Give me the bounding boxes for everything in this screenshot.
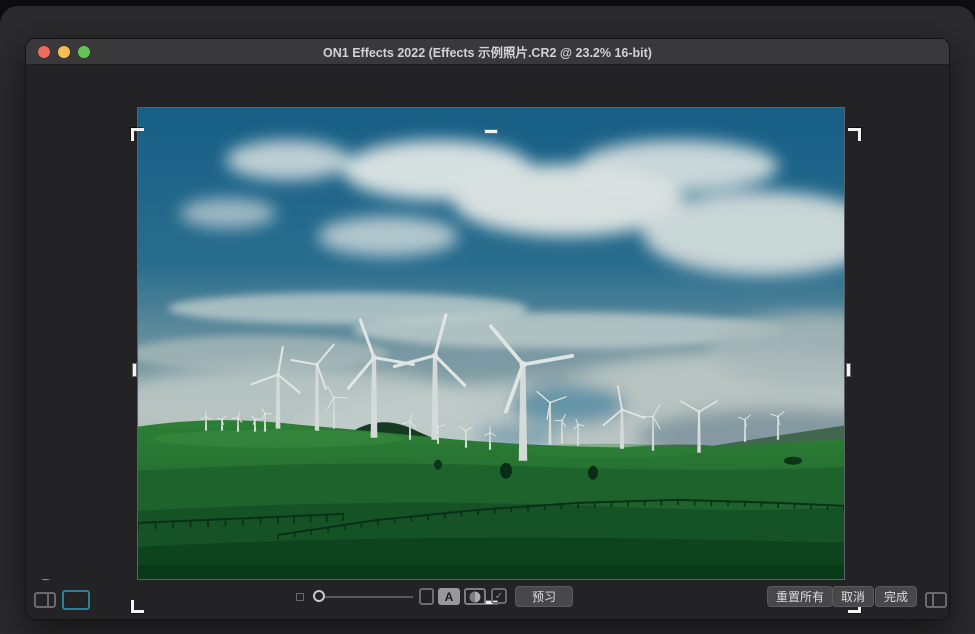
thumbnail-size-icon xyxy=(296,593,304,601)
canvas-area xyxy=(26,66,950,579)
reset-all-button[interactable]: 重置所有 xyxy=(767,586,833,607)
window-title: ON1 Effects 2022 (Effects 示例照片.CR2 @ 23.… xyxy=(26,42,949,61)
close-window-button[interactable] xyxy=(38,46,50,58)
done-button[interactable]: 完成 xyxy=(875,586,917,607)
zoom-slider-track[interactable] xyxy=(325,596,413,598)
soft-proof-icon[interactable]: ✓ xyxy=(491,588,507,604)
photo-windmills[interactable] xyxy=(138,108,844,579)
transform-handle-right[interactable] xyxy=(846,363,851,377)
transform-handle-top[interactable] xyxy=(484,129,498,134)
titlebar: ON1 Effects 2022 (Effects 示例照片.CR2 @ 23.… xyxy=(26,39,949,65)
zoom-slider-knob[interactable] xyxy=(313,590,325,602)
original-view-icon[interactable] xyxy=(419,588,434,605)
transform-handle-left[interactable] xyxy=(132,363,137,377)
transform-handle-top-right[interactable] xyxy=(848,128,861,141)
app-window: ON1 Effects 2022 (Effects 示例照片.CR2 @ 23.… xyxy=(25,38,950,620)
screen: ON1 Effects 2022 (Effects 示例照片.CR2 @ 23.… xyxy=(0,0,975,634)
cancel-button[interactable]: 取消 xyxy=(832,586,874,607)
minimize-window-button[interactable] xyxy=(58,46,70,58)
bottom-bar: A ✓ 预习 重置所有 取消 完成 xyxy=(26,577,949,619)
preview-button[interactable]: 预习 xyxy=(515,586,573,607)
compare-view-label: A xyxy=(445,590,454,604)
compare-view-icon[interactable]: A xyxy=(438,588,460,605)
zoom-window-button[interactable] xyxy=(78,46,90,58)
mask-view-icon[interactable] xyxy=(464,588,486,605)
transform-handle-top-left[interactable] xyxy=(131,128,144,141)
